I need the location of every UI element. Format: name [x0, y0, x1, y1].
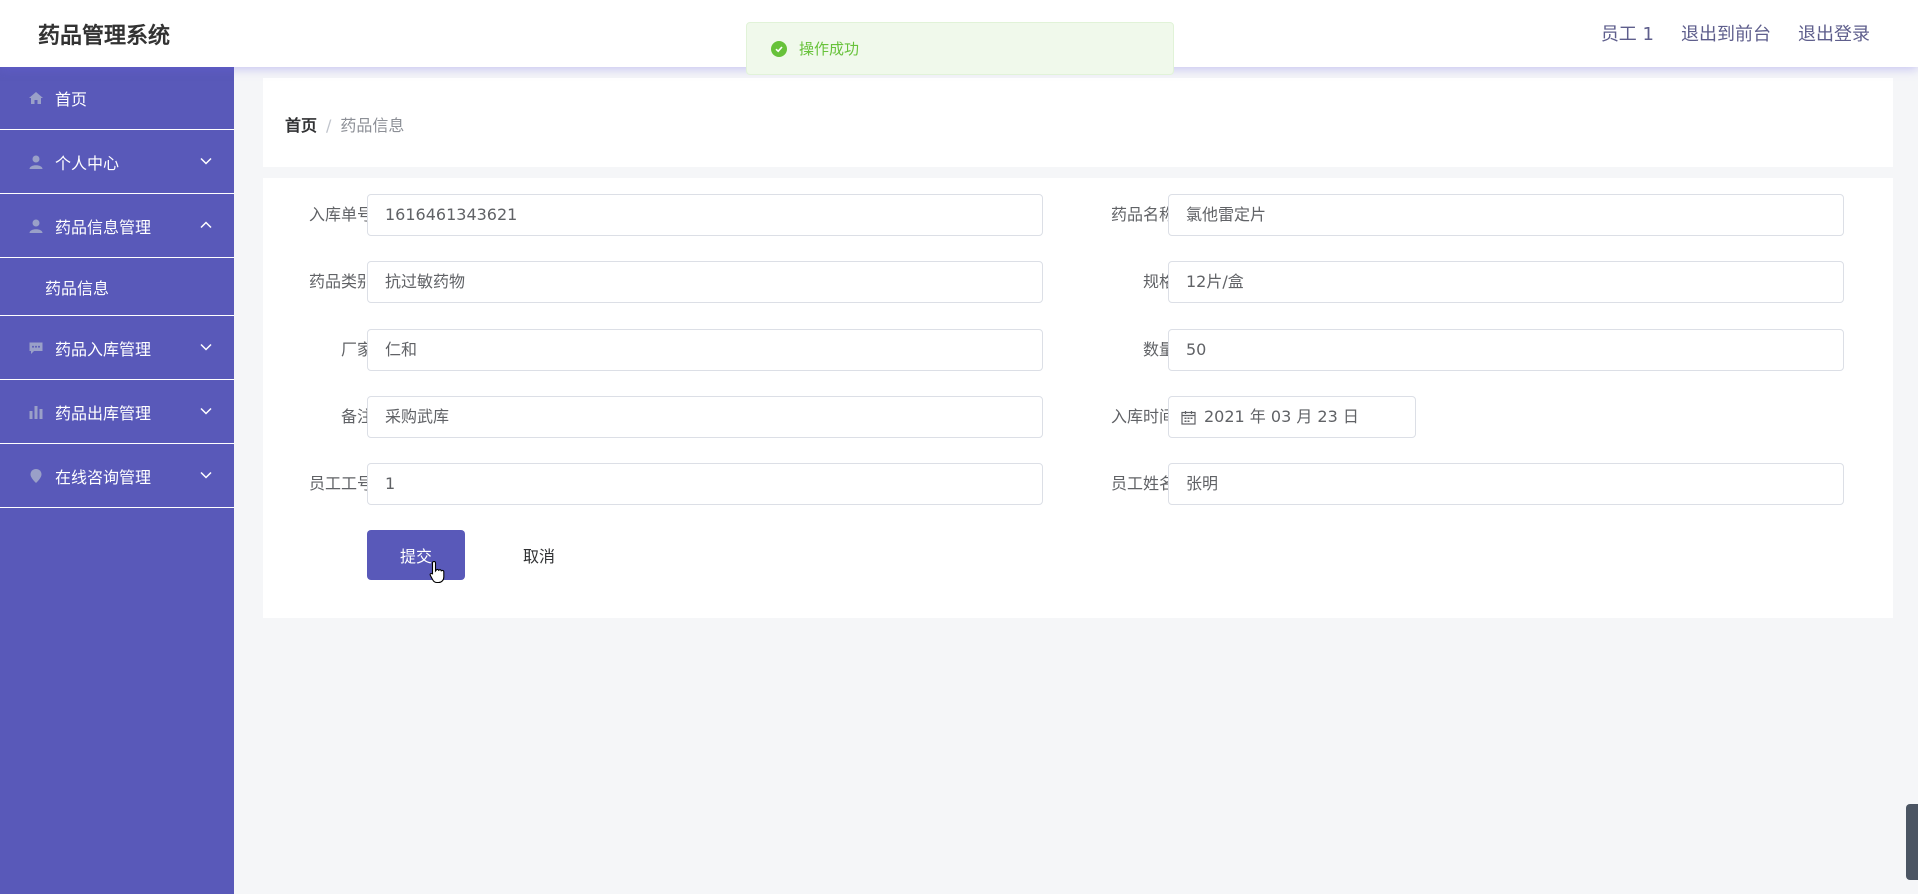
sidebar: 首页 个人中心 药品信息管理 药品信息 药品入库管理 药品出库管理 在线咨询管理 — [0, 67, 234, 894]
drug-form: 入库单号 1616461343621 药品名称 氯他雷定片 药品类别 抗过敏药物… — [263, 178, 1893, 618]
breadcrumb-card: 首页 / 药品信息 — [263, 78, 1893, 167]
calendar-icon — [1181, 410, 1196, 425]
side-widget-handle[interactable] — [1906, 804, 1918, 880]
success-toast: 操作成功 — [746, 22, 1174, 75]
sidebar-item-label: 首页 — [55, 90, 88, 109]
cancel-button[interactable]: 取消 — [490, 530, 588, 580]
sidebar-item-label: 在线咨询管理 — [55, 467, 152, 487]
quantity-field[interactable]: 50 — [1168, 329, 1844, 371]
location-icon — [28, 468, 44, 484]
sidebar-subitem-drug-info[interactable]: 药品信息 — [0, 258, 234, 316]
sidebar-item-label: 个人中心 — [55, 153, 120, 173]
chevron-down-icon — [200, 407, 212, 415]
staff-name-label: 员工姓名 — [1110, 474, 1175, 493]
sidebar-item-drug-info-management[interactable]: 药品信息管理 — [0, 194, 234, 258]
remark-field[interactable]: 采购武库 — [367, 396, 1043, 438]
header-nav: 员工 1 退出到前台 退出登录 — [1601, 20, 1870, 46]
quantity-label: 数量 — [1142, 340, 1175, 359]
inbound-time-value: 2021 年 03 月 23 日 — [1204, 407, 1359, 426]
logout-link[interactable]: 退出登录 — [1798, 20, 1870, 46]
chevron-down-icon — [200, 471, 212, 479]
drug-name-label: 药品名称 — [1110, 205, 1175, 224]
chat-icon — [28, 340, 44, 356]
home-icon — [28, 90, 44, 106]
sidebar-item-label: 药品信息管理 — [55, 217, 152, 237]
sidebar-item-label: 药品入库管理 — [55, 339, 152, 359]
breadcrumb-separator: / — [326, 116, 332, 135]
sidebar-item-label: 药品出库管理 — [55, 403, 152, 423]
remark-label: 备注 — [340, 407, 373, 426]
staff-no-field[interactable]: 1 — [367, 463, 1043, 505]
chevron-down-icon — [200, 343, 212, 351]
user-icon — [28, 218, 44, 234]
category-label: 药品类别 — [308, 272, 373, 291]
manufacturer-label: 厂家 — [340, 340, 373, 359]
check-circle-icon — [771, 40, 787, 57]
app-title: 药品管理系统 — [38, 24, 171, 49]
hand-pointer-icon — [429, 560, 445, 584]
breadcrumb: 首页 / 药品信息 — [285, 112, 404, 136]
category-field[interactable]: 抗过敏药物 — [367, 261, 1043, 303]
staff-name-field[interactable]: 张明 — [1168, 463, 1844, 505]
drug-name-field[interactable]: 氯他雷定片 — [1168, 194, 1844, 236]
manufacturer-field[interactable]: 仁和 — [367, 329, 1043, 371]
staff-no-label: 员工工号 — [308, 474, 373, 493]
chevron-down-icon — [200, 157, 212, 165]
sidebar-item-outbound-management[interactable]: 药品出库管理 — [0, 380, 234, 444]
user-icon — [28, 154, 44, 170]
inbound-time-label: 入库时间 — [1110, 407, 1175, 426]
bar-chart-icon — [28, 404, 44, 420]
chevron-up-icon — [200, 221, 212, 229]
sidebar-item-consultation-management[interactable]: 在线咨询管理 — [0, 444, 234, 508]
inbound-time-datepicker[interactable]: 2021 年 03 月 23 日 — [1168, 396, 1416, 438]
inbound-no-field[interactable]: 1616461343621 — [367, 194, 1043, 236]
spec-label: 规格 — [1142, 272, 1175, 291]
inbound-no-label: 入库单号 — [308, 205, 373, 224]
spec-field[interactable]: 12片/盒 — [1168, 261, 1844, 303]
breadcrumb-home[interactable]: 首页 — [285, 116, 317, 135]
sidebar-item-inbound-management[interactable]: 药品入库管理 — [0, 316, 234, 380]
submit-button[interactable]: 提交 — [367, 530, 465, 580]
back-to-front-link[interactable]: 退出到前台 — [1681, 20, 1771, 46]
current-user[interactable]: 员工 1 — [1601, 20, 1654, 46]
sidebar-item-profile[interactable]: 个人中心 — [0, 130, 234, 194]
toast-message: 操作成功 — [799, 40, 860, 58]
sidebar-subitem-label: 药品信息 — [45, 278, 110, 298]
sidebar-item-home[interactable]: 首页 — [0, 67, 234, 130]
breadcrumb-current: 药品信息 — [340, 116, 405, 135]
